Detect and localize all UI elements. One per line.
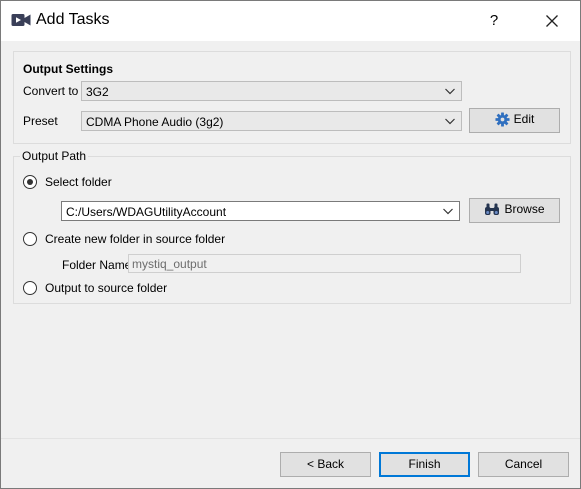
preset-value: CDMA Phone Audio (3g2) <box>86 115 224 129</box>
back-button[interactable]: < Back <box>280 452 371 477</box>
folder-name-label: Folder Name <box>62 258 132 272</box>
cancel-button[interactable]: Cancel <box>478 452 569 477</box>
video-camera-icon <box>11 14 31 26</box>
output-to-source-label[interactable]: Output to source folder <box>45 281 167 295</box>
convert-to-dropdown[interactable]: 3G2 <box>81 81 462 101</box>
gear-icon <box>495 112 510 127</box>
title-bar[interactable]: Add Tasks ? <box>1 1 580 41</box>
convert-to-label: Convert to <box>23 84 79 98</box>
create-new-folder-label[interactable]: Create new folder in source folder <box>45 232 225 246</box>
select-folder-radio[interactable] <box>23 175 37 189</box>
window-title: Add Tasks <box>36 11 110 28</box>
create-new-folder-radio[interactable] <box>23 232 37 246</box>
close-button[interactable] <box>537 7 567 35</box>
preset-label: Preset <box>23 114 58 128</box>
footer-divider <box>1 438 580 439</box>
folder-path-combo[interactable]: C:/Users/WDAGUtilityAccount <box>61 201 460 221</box>
output-path-group: Output Path Select folder C:/Users/WDAGU… <box>13 149 571 304</box>
chevron-down-icon <box>443 208 453 215</box>
close-icon <box>546 15 558 27</box>
preset-dropdown[interactable]: CDMA Phone Audio (3g2) <box>81 111 462 131</box>
output-path-title: Output Path <box>20 149 89 163</box>
output-settings-title: Output Settings <box>23 62 113 76</box>
help-button[interactable]: ? <box>479 7 509 35</box>
binoculars-icon <box>485 203 500 215</box>
add-tasks-dialog: Add Tasks ? Output Settings Convert to 3… <box>0 0 581 489</box>
browse-button-label: Browse <box>504 202 545 216</box>
output-settings-group: Output Settings Convert to 3G2 Preset CD… <box>13 51 571 144</box>
chevron-down-icon <box>445 88 455 95</box>
edit-button[interactable]: Edit <box>469 108 560 133</box>
finish-button[interactable]: Finish <box>379 452 470 477</box>
folder-path-value: C:/Users/WDAGUtilityAccount <box>66 205 227 219</box>
browse-button[interactable]: Browse <box>469 198 560 223</box>
output-to-source-radio[interactable] <box>23 281 37 295</box>
edit-button-label: Edit <box>513 112 535 126</box>
folder-name-field[interactable]: mystiq_output <box>128 254 521 273</box>
select-folder-label[interactable]: Select folder <box>45 175 112 189</box>
chevron-down-icon <box>445 118 455 125</box>
convert-to-value: 3G2 <box>86 85 109 99</box>
